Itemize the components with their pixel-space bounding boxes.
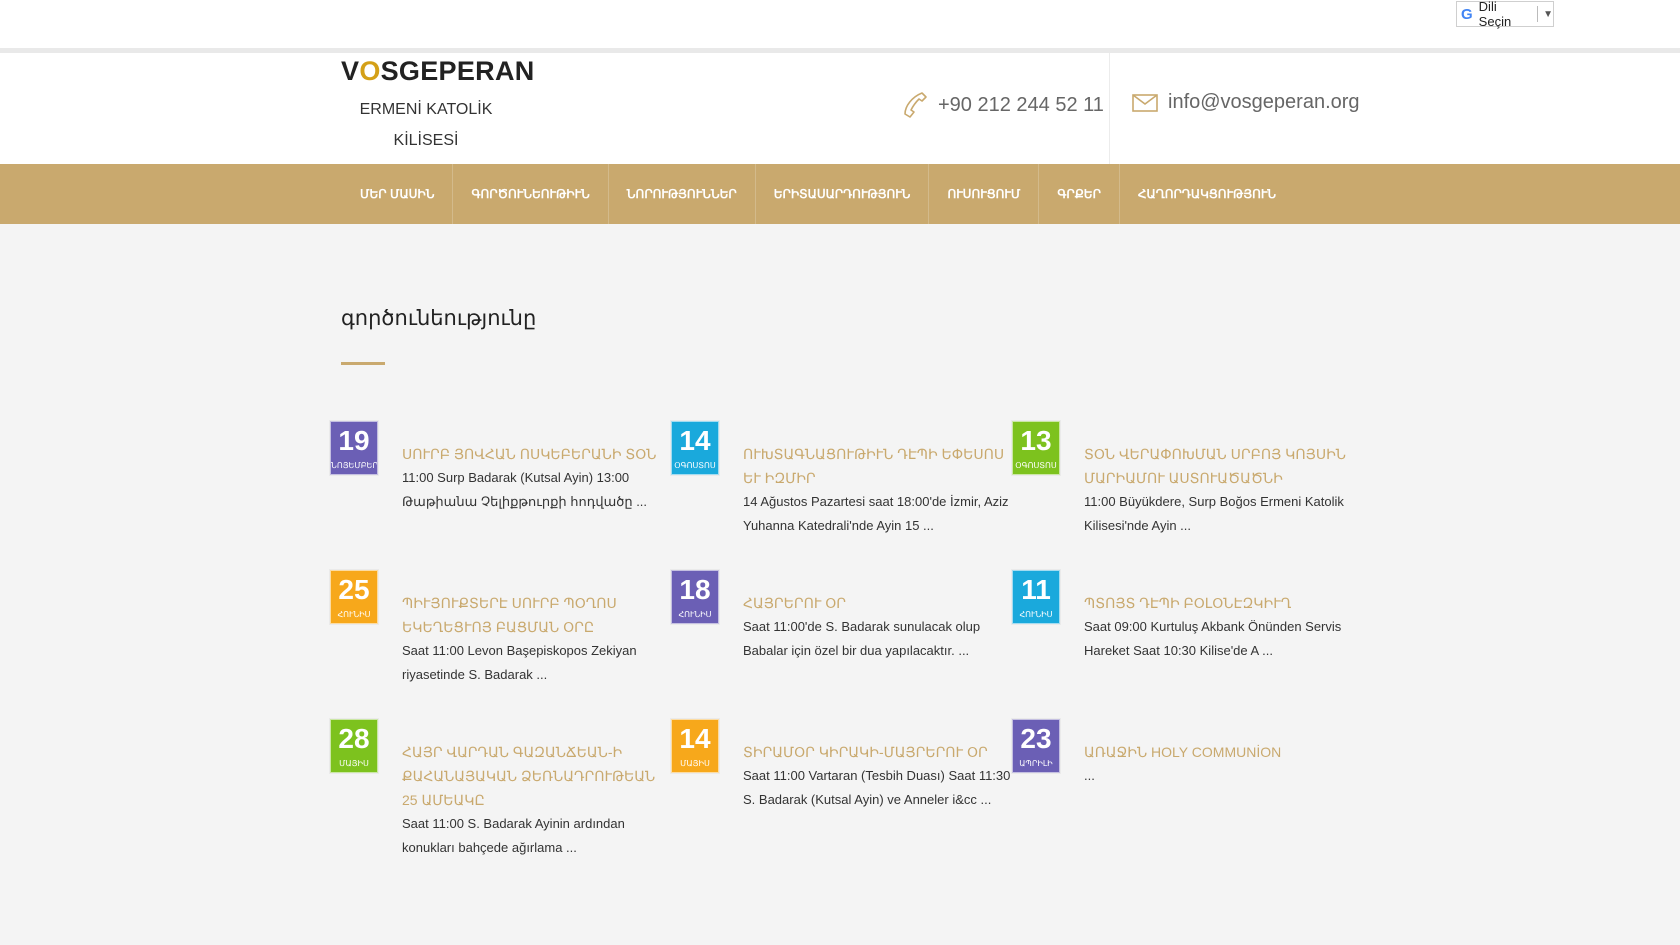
language-selector[interactable]: G Dili Seçin ▼ <box>1456 0 1554 29</box>
nav-item-news[interactable]: ՆՈՐՈՒԹՅՈՒՆՆԵՐ <box>607 164 755 224</box>
nav-item-about[interactable]: ՄԵՐ ՄԱՍԻՆ <box>342 164 452 224</box>
date-month: ՀՈՒՆԻՍ <box>678 610 712 619</box>
event-item: 13 ՕԳՈՍՏՈՍ ՏՕՆ ՎԵՐԱՓՈԽՄԱՆ ՍՐԲՈՅ ԿՈՅՍԻՆ Մ… <box>1012 421 1352 561</box>
event-title-link[interactable]: ՀԱՅՐ ՎԱՐԴԱՆ ԳԱԶԱՆՃԵԱՆ-Ի ՔԱՀԱՆԱՅԱԿԱՆ ՁԵՌՆ… <box>402 740 672 812</box>
date-badge: 23 ԱՊՐԻԼԻ <box>1012 719 1060 773</box>
phone-contact[interactable]: +90 212 244 52 11 <box>902 91 1104 119</box>
event-item: 23 ԱՊՐԻԼԻ ԱՌԱՋԻՆ HOLY COMMUNİON ... <box>1012 719 1352 859</box>
date-badge: 14 ՄԱՅԻՍ <box>671 719 719 773</box>
event-title-link[interactable]: ՀԱՅՐԵՐՈՒ ՕՐ <box>743 591 1013 615</box>
date-month: ՄԱՅԻՍ <box>339 759 369 768</box>
event-excerpt: 14 Ağustos Pazartesi saat 18:00'de İzmir… <box>743 494 1009 533</box>
date-badge: 18 ՀՈՒՆԻՍ <box>671 570 719 624</box>
page-title: գործունեությունը <box>341 307 537 330</box>
nav-item-communion[interactable]: ՀԱՂՈՐԴԱԿՑՈՒԹՅՈՒՆ <box>1118 164 1294 224</box>
google-icon: G <box>1461 5 1473 23</box>
event-excerpt: Saat 11:00'de S. Badarak sunulacak olup … <box>743 619 981 658</box>
date-day: 13 <box>1020 425 1052 456</box>
event-excerpt: Saat 11:00 Levon Başepiskopos Zekiyan ri… <box>402 643 637 682</box>
event-title-link[interactable]: ՊՏՈՅՏ ԴԷՊԻ ԲՕԼՕՆԷԶԿԻՒՂ <box>1084 591 1354 615</box>
date-month: ՀՈՒՆԻՍ <box>337 610 371 619</box>
event-item: 19 ՆՈՅԵՄԲԵՐ ՍՈՒՐԲ ՅՈՎՀԱՆ ՈՍԿԵԲԵՐԱՆԻ ՏՕՆ … <box>330 421 670 561</box>
event-item: 28 ՄԱՅԻՍ ՀԱՅՐ ՎԱՐԴԱՆ ԳԱԶԱՆՃԵԱՆ-Ի ՔԱՀԱՆԱՅ… <box>330 719 670 859</box>
event-title-link[interactable]: ՍՈՒՐԲ ՅՈՎՀԱՆ ՈՍԿԵԲԵՐԱՆԻ ՏՕՆ <box>402 442 672 466</box>
logo-text: SGEPERAN <box>380 56 535 86</box>
main-nav: ՄԵՐ ՄԱՍԻՆ ԳՈՐԾՈՒՆԵՈՒԹԻՒՆ ՆՈՐՈՒԹՅՈՒՆՆԵՐ Ե… <box>0 164 1680 224</box>
title-underline <box>341 362 385 365</box>
date-badge: 28 ՄԱՅԻՍ <box>330 719 378 773</box>
site-logo[interactable]: VOSGEPERAN <box>341 56 535 87</box>
subtitle-line-1: ERMENİ KATOLİK <box>359 101 493 118</box>
date-badge: 14 ՕԳՈՍՏՈՍ <box>671 421 719 475</box>
date-month: ՄԱՅԻՍ <box>680 759 710 768</box>
chevron-down-icon: ▼ <box>1543 8 1553 20</box>
event-title-link[interactable]: ՏՕՆ ՎԵՐԱՓՈԽՄԱՆ ՍՐԲՈՅ ԿՈՅՍԻՆ ՄԱՐԻԱՄՈՒ ԱՍՏ… <box>1084 442 1354 490</box>
date-month: ԱՊՐԻԼԻ <box>1019 759 1053 768</box>
logo-letter: V <box>341 56 360 86</box>
event-item: 25 ՀՈՒՆԻՍ ՊԻՒՅՈՒՔՏԵՐԷ ՍՈՒՐԲ ՊՕՂՈՍ ԵԿԵՂԵՑ… <box>330 570 670 710</box>
date-badge: 13 ՕԳՈՍՏՈՍ <box>1012 421 1060 475</box>
date-day: 23 <box>1020 723 1052 754</box>
date-month: ՕԳՈՍՏՈՍ <box>674 461 716 470</box>
event-item: 18 ՀՈՒՆԻՍ ՀԱՅՐԵՐՈՒ ՕՐ Saat 11:00'de S. B… <box>671 570 1011 710</box>
event-title-link[interactable]: ԱՌԱՋԻՆ HOLY COMMUNİON <box>1084 740 1354 764</box>
date-day: 18 <box>679 574 711 605</box>
date-badge: 25 ՀՈՒՆԻՍ <box>330 570 378 624</box>
nav-item-activities[interactable]: ԳՈՐԾՈՒՆԵՈՒԹԻՒՆ <box>452 164 607 224</box>
date-month: ՆՈՅԵՄԲԵՐ <box>331 461 377 470</box>
top-bar: G Dili Seçin ▼ <box>0 0 1680 48</box>
event-excerpt: 11:00 Surp Badarak (Kutsal Ayin) 13:00 Թ… <box>402 470 648 509</box>
logo-letter-accent: O <box>359 56 381 86</box>
date-day: 14 <box>679 723 711 754</box>
event-excerpt: 11:00 Büyükdere, Surp Boğos Ermeni Katol… <box>1084 494 1344 533</box>
date-badge: 19 ՆՈՅԵՄԲԵՐ <box>330 421 378 475</box>
nav-item-education[interactable]: ՈՒՍՈՒՑՈՒՄ <box>928 164 1038 224</box>
date-badge: 11 ՀՈՒՆԻՍ <box>1012 570 1060 624</box>
date-day: 19 <box>338 425 370 456</box>
event-excerpt: Saat 11:00 Vartaran (Tesbih Duası) Saat … <box>743 768 1011 807</box>
event-excerpt: Saat 09:00 Kurtuluş Akbank Önünden Servi… <box>1084 619 1342 658</box>
date-day: 11 <box>1021 574 1051 605</box>
envelope-icon <box>1132 93 1158 112</box>
contact-divider <box>1109 53 1110 164</box>
email-address: info@vosgeperan.org <box>1168 91 1360 113</box>
date-month: ՕԳՈՍՏՈՍ <box>1015 461 1057 470</box>
date-day: 25 <box>338 574 370 605</box>
event-excerpt: ... <box>1084 768 1095 783</box>
event-item: 14 ՄԱՅԻՍ ՏԻՐԱՄՕՐ ԿԻՐԱԿԻ-ՄԱՅՐԵՐՈՒ ՕՐ Saat… <box>671 719 1011 859</box>
phone-number: +90 212 244 52 11 <box>938 93 1104 116</box>
date-day: 14 <box>679 425 711 456</box>
email-contact[interactable]: info@vosgeperan.org <box>1132 91 1360 114</box>
phone-icon <box>904 92 927 118</box>
event-excerpt: Saat 11:00 S. Badarak Ayinin ardından ko… <box>402 816 625 855</box>
event-title-link[interactable]: ՏԻՐԱՄՕՐ ԿԻՐԱԿԻ-ՄԱՅՐԵՐՈՒ ՕՐ <box>743 740 1013 764</box>
event-item: 14 ՕԳՈՍՏՈՍ ՈՒԽՏԱԳՆԱՑՈՒԹԻՒՆ ԴԷՊԻ ԵՓԵՍՈՍ Ե… <box>671 421 1011 561</box>
nav-item-youth[interactable]: ԵՐԻՏԱՍԱՐԴՈՒԹՅՈՒՆ <box>754 164 929 224</box>
date-month: ՀՈՒՆԻՍ <box>1019 610 1053 619</box>
language-selector-label: Dili Seçin <box>1478 0 1512 29</box>
site-subtitle: ERMENİ KATOLİK KİLİSESİ <box>340 94 512 156</box>
event-item: 11 ՀՈՒՆԻՍ ՊՏՈՅՏ ԴԷՊԻ ԲՕԼՕՆԷԶԿԻՒՂ Saat 09… <box>1012 570 1352 710</box>
divider <box>1537 6 1539 22</box>
event-title-link[interactable]: ՊԻՒՅՈՒՔՏԵՐԷ ՍՈՒՐԲ ՊՕՂՈՍ ԵԿԵՂԵՑՒՈՅ ԲԱՑՄԱՆ… <box>402 591 672 639</box>
event-title-link[interactable]: ՈՒԽՏԱԳՆԱՑՈՒԹԻՒՆ ԴԷՊԻ ԵՓԵՍՈՍ ԵՒ ԻԶՄԻՐ <box>743 442 1013 490</box>
subtitle-line-2: KİLİSESİ <box>393 132 459 149</box>
nav-item-books[interactable]: ԳՐՔԵՐ <box>1038 164 1119 224</box>
date-day: 28 <box>338 723 370 754</box>
site-header: VOSGEPERAN ERMENİ KATOLİK KİLİSESİ +90 2… <box>0 53 1680 164</box>
